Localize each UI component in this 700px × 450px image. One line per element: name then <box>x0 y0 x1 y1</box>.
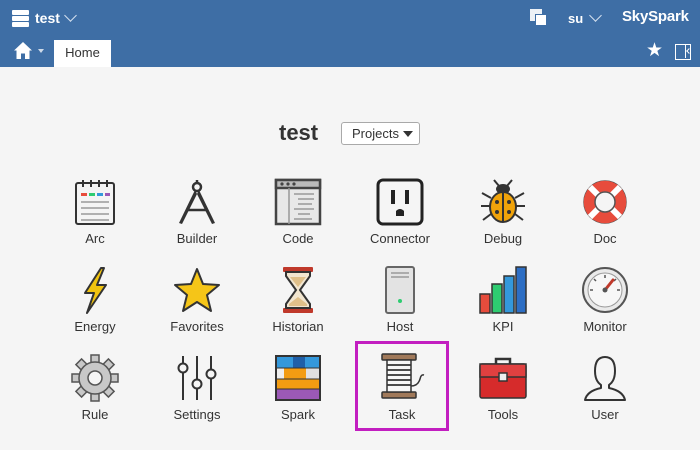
app-label: Historian <box>272 319 324 334</box>
app-tile-monitor[interactable]: Monitor <box>561 266 649 348</box>
bar-chart-icon <box>479 266 527 314</box>
app-label: Favorites <box>170 319 224 334</box>
spark-blocks-icon <box>275 355 321 401</box>
star-icon <box>174 268 220 312</box>
app-tile-builder[interactable]: Builder <box>153 178 241 260</box>
lightning-icon <box>84 267 107 314</box>
hourglass-icon <box>283 267 313 313</box>
spool-icon <box>381 353 425 399</box>
home-menu-button[interactable] <box>13 41 45 61</box>
user-silhouette-icon <box>584 356 626 401</box>
chevron-down-icon <box>64 8 77 22</box>
app-label: User <box>591 407 619 422</box>
app-label: Spark <box>281 407 315 422</box>
lifebuoy-icon <box>583 180 627 224</box>
brand-logo: SkySpark <box>622 8 689 25</box>
app-label: Connector <box>370 231 430 246</box>
app-label: Settings <box>173 407 221 422</box>
app-tile-user[interactable]: User <box>561 354 649 436</box>
tab-home[interactable]: Home <box>54 40 111 67</box>
home-icon <box>14 42 32 59</box>
database-icon <box>12 9 29 27</box>
app-label: Builder <box>176 231 218 246</box>
chevron-down-icon <box>589 8 603 22</box>
project-switcher[interactable]: test <box>12 8 77 28</box>
gauge-icon <box>582 267 628 313</box>
app-tile-code[interactable]: Code <box>254 178 342 260</box>
top-bar: test su SkySpark <box>0 0 700 36</box>
app-tile-debug[interactable]: Debug <box>459 178 547 260</box>
caret-down-icon <box>38 49 44 53</box>
windows-icon[interactable] <box>530 9 548 27</box>
app-tile-doc[interactable]: Doc <box>561 178 649 260</box>
compass-icon <box>179 180 215 224</box>
app-label: Rule <box>81 407 109 422</box>
page-title: test <box>279 120 319 145</box>
app-label: Task <box>388 407 416 422</box>
app-label: Debug <box>483 231 523 246</box>
app-label: Monitor <box>583 319 627 334</box>
app-tile-favorites[interactable]: Favorites <box>153 266 241 348</box>
app-label: Arc <box>85 231 105 246</box>
app-tile-energy[interactable]: Energy <box>51 266 139 348</box>
app-label: Tools <box>487 407 519 422</box>
projects-dropdown[interactable]: Projects <box>341 122 420 145</box>
caret-down-icon <box>403 131 413 137</box>
outlet-icon <box>376 178 424 226</box>
server-icon <box>385 266 415 314</box>
user-menu[interactable]: su <box>568 8 603 27</box>
app-label: KPI <box>492 319 514 334</box>
app-tile-spark[interactable]: Spark <box>254 354 342 436</box>
app-tile-arc[interactable]: Arc <box>51 178 139 260</box>
tab-bar: Home ★ <box>0 36 700 67</box>
toolbox-icon <box>479 357 527 399</box>
bug-icon <box>481 179 525 223</box>
app-label: Doc <box>593 231 617 246</box>
app-label: Host <box>386 319 414 334</box>
app-label: Code <box>282 231 314 246</box>
app-label: Energy <box>74 319 116 334</box>
user-name: su <box>568 10 584 26</box>
code-window-icon <box>274 178 322 226</box>
app-tile-tools[interactable]: Tools <box>459 354 547 436</box>
notebook-icon <box>75 180 115 225</box>
projects-dropdown-value: Projects <box>352 126 399 141</box>
gear-icon <box>71 354 119 402</box>
app-tile-task[interactable]: Task <box>355 341 449 431</box>
app-tile-kpi[interactable]: KPI <box>459 266 547 348</box>
app-tile-historian[interactable]: Historian <box>254 266 342 348</box>
app-tile-connector[interactable]: Connector <box>356 178 444 260</box>
project-name: test <box>35 10 60 26</box>
app-tile-rule[interactable]: Rule <box>51 354 139 436</box>
side-panel-icon[interactable] <box>675 44 692 60</box>
app-tile-host[interactable]: Host <box>356 266 444 348</box>
sliders-icon <box>177 356 217 400</box>
favorite-star-icon[interactable]: ★ <box>646 41 663 61</box>
app-tile-settings[interactable]: Settings <box>153 354 241 436</box>
